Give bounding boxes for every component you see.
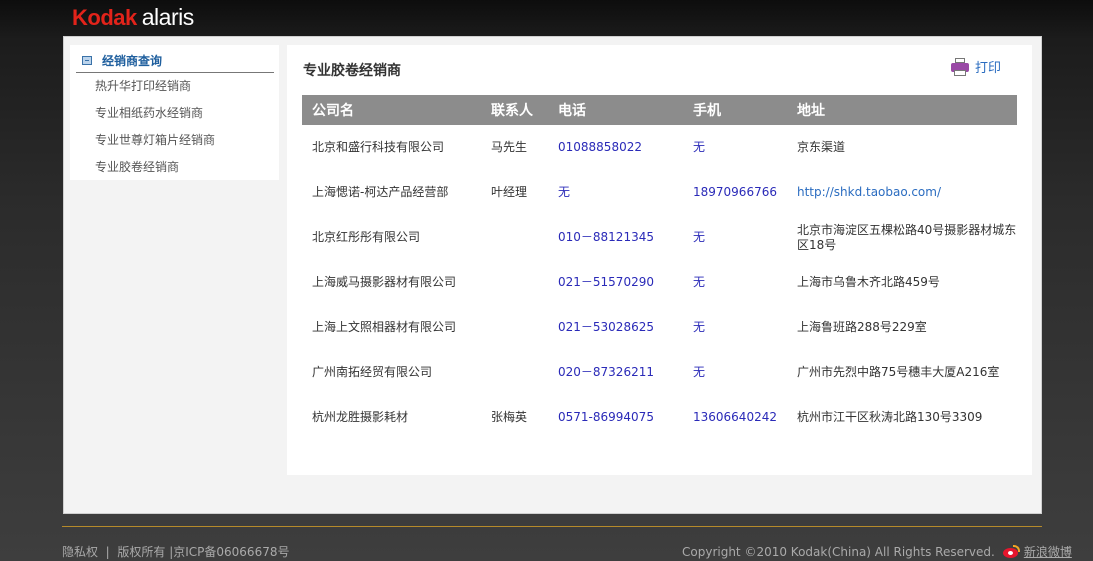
cell-address: 广州市先烈中路75号穗丰大厦A216室 bbox=[797, 365, 1000, 379]
footer-divider bbox=[62, 526, 1042, 527]
kodak-alaris-logo[interactable]: Kodak alaris bbox=[72, 4, 194, 30]
cell-phone: 021－53028625 bbox=[558, 320, 654, 334]
sidebar-header: 经销商查询 bbox=[76, 49, 274, 73]
sidebar: 经销商查询 热升华打印经销商 专业相纸药水经销商 专业世尊灯箱片经销商 专业胶卷… bbox=[70, 45, 279, 180]
cell-phone: 010－88121345 bbox=[558, 230, 654, 244]
cell-address: 北京市海淀区五棵松路40号摄影器材城东区18号 bbox=[797, 222, 1017, 252]
print-label[interactable]: 打印 bbox=[975, 57, 1001, 76]
table-row: 北京和盛行科技有限公司 马先生 01088858022 无 京东渠道 bbox=[302, 125, 1017, 170]
cell-phone: 01088858022 bbox=[558, 140, 642, 154]
printer-icon[interactable] bbox=[951, 57, 969, 76]
column-header-contact: 联系人 bbox=[481, 95, 548, 125]
cell-company: 上海愢诺-柯达产品经营部 bbox=[312, 185, 449, 199]
cell-address: http://shkd.taobao.com/ bbox=[787, 170, 1017, 215]
cell-contact bbox=[481, 215, 548, 260]
cell-mobile: 无 bbox=[693, 140, 706, 154]
cell-mobile: 无 bbox=[693, 275, 706, 289]
sidebar-item-lightbox-film[interactable]: 专业世尊灯箱片经销商 bbox=[95, 131, 215, 158]
footer-separator: | bbox=[105, 545, 110, 559]
cell-contact: 叶经理 bbox=[491, 185, 528, 199]
cell-phone: 020－87326211 bbox=[558, 365, 654, 379]
cell-address: 杭州市江干区秋涛北路130号3309 bbox=[797, 410, 983, 424]
address-link[interactable]: http://shkd.taobao.com/ bbox=[797, 185, 941, 199]
column-header-company: 公司名 bbox=[302, 95, 481, 125]
cell-mobile: 无 bbox=[693, 230, 706, 244]
column-header-phone: 电话 bbox=[548, 95, 683, 125]
copyright-text: Copyright ©2010 Kodak(China) All Rights … bbox=[682, 544, 995, 559]
cell-contact bbox=[481, 260, 548, 305]
table-row: 广州南拓经贸有限公司 020－87326211 无 广州市先烈中路75号穗丰大厦… bbox=[302, 350, 1017, 395]
sidebar-menu: 热升华打印经销商 专业相纸药水经销商 专业世尊灯箱片经销商 专业胶卷经销商 bbox=[95, 77, 215, 185]
cell-address: 京东渠道 bbox=[797, 140, 846, 154]
cell-mobile: 无 bbox=[693, 320, 706, 334]
cell-contact bbox=[481, 350, 548, 395]
table-row: 北京红彤彤有限公司 010－88121345 无 北京市海淀区五棵松路40号摄影… bbox=[302, 215, 1017, 260]
cell-company: 广州南拓经贸有限公司 bbox=[312, 365, 433, 379]
copyright-link[interactable]: 版权所有 bbox=[117, 545, 165, 559]
cell-company: 上海上文照相器材有限公司 bbox=[312, 320, 457, 334]
logo-brand-sub: alaris bbox=[141, 4, 194, 30]
page-title: 专业胶卷经销商 bbox=[303, 63, 401, 79]
column-header-mobile: 手机 bbox=[683, 95, 787, 125]
table-header-row: 公司名 联系人 电话 手机 地址 bbox=[302, 95, 1017, 125]
list-icon bbox=[82, 56, 92, 65]
cell-mobile: 无 bbox=[693, 365, 706, 379]
sidebar-item-photo-paper[interactable]: 专业相纸药水经销商 bbox=[95, 104, 215, 131]
cell-phone: 无 bbox=[558, 185, 571, 199]
print-button[interactable]: 打印 bbox=[951, 57, 1001, 76]
cell-company: 北京和盛行科技有限公司 bbox=[312, 140, 445, 154]
dealer-table: 公司名 联系人 电话 手机 地址 北京和盛行科技有限公司 马先生 0108885… bbox=[302, 95, 1017, 440]
cell-address: 上海市乌鲁木齐北路459号 bbox=[797, 275, 940, 289]
table-row: 上海上文照相器材有限公司 021－53028625 无 上海鲁班路288号229… bbox=[302, 305, 1017, 350]
cell-company: 北京红彤彤有限公司 bbox=[312, 230, 421, 244]
logo-brand: Kodak bbox=[72, 5, 137, 30]
footer-links: 隐私权 | 版权所有 |京ICP备06066678号 bbox=[62, 543, 289, 560]
privacy-link[interactable]: 隐私权 bbox=[62, 545, 98, 559]
cell-mobile: 13606640242 bbox=[693, 410, 777, 424]
main-panel: 专业胶卷经销商 打印 公司名 联系人 电话 手机 地址 北京和盛行科技有限公司 … bbox=[287, 45, 1032, 475]
cell-company: 杭州龙胜摄影耗材 bbox=[312, 410, 409, 424]
sidebar-item-pro-film[interactable]: 专业胶卷经销商 bbox=[95, 158, 215, 185]
column-header-address: 地址 bbox=[787, 95, 1017, 125]
cell-address: 上海鲁班路288号229室 bbox=[797, 320, 927, 334]
cell-contact bbox=[481, 305, 548, 350]
weibo-label[interactable]: 新浪微博 bbox=[1024, 543, 1072, 560]
sidebar-title: 经销商查询 bbox=[102, 54, 163, 68]
cell-company: 上海威马摄影器材有限公司 bbox=[312, 275, 457, 289]
cell-phone: 0571-86994075 bbox=[558, 410, 654, 424]
cell-contact: 张梅英 bbox=[491, 410, 528, 424]
table-row: 上海威马摄影器材有限公司 021－51570290 无 上海市乌鲁木齐北路459… bbox=[302, 260, 1017, 305]
icp-link[interactable]: 京ICP备06066678号 bbox=[173, 545, 289, 559]
cell-contact: 马先生 bbox=[491, 140, 528, 154]
sidebar-item-dye-sub-print[interactable]: 热升华打印经销商 bbox=[95, 77, 215, 104]
cell-mobile: 18970966766 bbox=[693, 185, 777, 199]
cell-phone: 021－51570290 bbox=[558, 275, 654, 289]
footer-right: Copyright ©2010 Kodak(China) All Rights … bbox=[682, 543, 1072, 560]
weibo-icon[interactable] bbox=[1002, 545, 1020, 558]
table-row: 杭州龙胜摄影耗材 张梅英 0571-86994075 13606640242 杭… bbox=[302, 395, 1017, 440]
table-row: 上海愢诺-柯达产品经营部 叶经理 无 18970966766 http://sh… bbox=[302, 170, 1017, 215]
weibo-link[interactable]: 新浪微博 bbox=[1002, 543, 1072, 560]
